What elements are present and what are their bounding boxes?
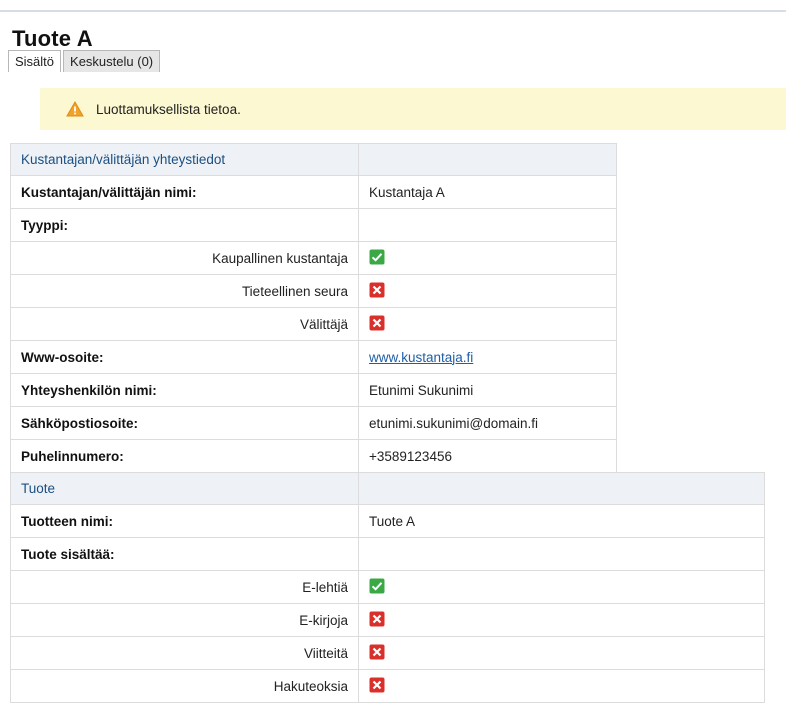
product-table: Tuote Tuotteen nimi: Tuote A Tuote sisäl…	[10, 472, 765, 703]
email-label: Sähköpostiosoite:	[10, 406, 359, 440]
type-commercial-value	[358, 241, 617, 275]
confidential-alert: Luottamuksellista tietoa.	[40, 88, 786, 130]
check-icon	[369, 578, 385, 597]
publisher-table: Kustantajan/välittäjän yhteystiedot Kust…	[10, 143, 617, 473]
type-broker-value	[358, 307, 617, 341]
check-icon	[369, 249, 385, 268]
table-row: Kustantajan/välittäjän nimi: Kustantaja …	[10, 175, 617, 209]
contents-ejournals-label: E-lehtiä	[10, 570, 359, 604]
table-row: Yhteyshenkilön nimi: Etunimi Sukunimi	[10, 373, 617, 407]
type-commercial-label: Kaupallinen kustantaja	[10, 241, 359, 275]
contents-reference-works-label: Hakuteoksia	[10, 669, 359, 703]
table-row: Kaupallinen kustantaja	[10, 241, 617, 275]
header-empty-cell	[358, 143, 617, 176]
publisher-name-value: Kustantaja A	[358, 175, 617, 209]
cross-icon	[369, 677, 385, 696]
table-row: Puhelinnumero: +3589123456	[10, 439, 617, 473]
table-row: Tuotteen nimi: Tuote A	[10, 504, 765, 538]
table-row: E-kirjoja	[10, 603, 765, 637]
table-row: Tyyppi:	[10, 208, 617, 242]
phone-label: Puhelinnumero:	[10, 439, 359, 473]
publisher-section-header: Kustantajan/välittäjän yhteystiedot	[10, 143, 359, 176]
table-row: Www-osoite: www.kustantaja.fi	[10, 340, 617, 374]
product-name-label: Tuotteen nimi:	[10, 504, 359, 538]
contact-value: Etunimi Sukunimi	[358, 373, 617, 407]
table-row: Tieteellinen seura	[10, 274, 617, 308]
type-society-value	[358, 274, 617, 308]
publisher-name-label: Kustantajan/välittäjän nimi:	[10, 175, 359, 209]
table-row: Viitteitä	[10, 636, 765, 670]
table-row: Sähköpostiosoite: etunimi.sukunimi@domai…	[10, 406, 617, 440]
tab-bar: Sisältö Keskustelu (0)	[8, 50, 161, 72]
tab-sisalto[interactable]: Sisältö	[8, 50, 62, 72]
table-row: Tuote sisältää:	[10, 537, 765, 571]
top-divider	[0, 10, 786, 12]
empty-cell	[358, 208, 617, 242]
contact-label: Yhteyshenkilön nimi:	[10, 373, 359, 407]
alert-text: Luottamuksellista tietoa.	[96, 101, 241, 117]
cross-icon	[369, 282, 385, 301]
contents-ebooks-label: E-kirjoja	[10, 603, 359, 637]
warning-icon	[66, 100, 86, 118]
tab-keskustelu[interactable]: Keskustelu (0)	[63, 50, 161, 72]
contents-references-label: Viitteitä	[10, 636, 359, 670]
product-contains-label: Tuote sisältää:	[10, 537, 359, 571]
email-value: etunimi.sukunimi@domain.fi	[358, 406, 617, 440]
table-row: Hakuteoksia	[10, 669, 765, 703]
www-value-cell: www.kustantaja.fi	[358, 340, 617, 374]
cross-icon	[369, 611, 385, 630]
contents-ebooks-value	[358, 603, 765, 637]
contents-reference-works-value	[358, 669, 765, 703]
type-society-label: Tieteellinen seura	[10, 274, 359, 308]
contents-ejournals-value	[358, 570, 765, 604]
type-label: Tyyppi:	[10, 208, 359, 242]
table-row: E-lehtiä	[10, 570, 765, 604]
type-broker-label: Välittäjä	[10, 307, 359, 341]
cross-icon	[369, 315, 385, 334]
table-row: Välittäjä	[10, 307, 617, 341]
page-title: Tuote A	[12, 26, 93, 51]
contents-references-value	[358, 636, 765, 670]
phone-value: +3589123456	[358, 439, 617, 473]
product-section-header: Tuote	[10, 472, 359, 505]
www-label: Www-osoite:	[10, 340, 359, 374]
www-link[interactable]: www.kustantaja.fi	[369, 350, 473, 365]
cross-icon	[369, 644, 385, 663]
product-name-value: Tuote A	[358, 504, 765, 538]
empty-cell	[358, 537, 765, 571]
header-empty-cell	[358, 472, 765, 505]
